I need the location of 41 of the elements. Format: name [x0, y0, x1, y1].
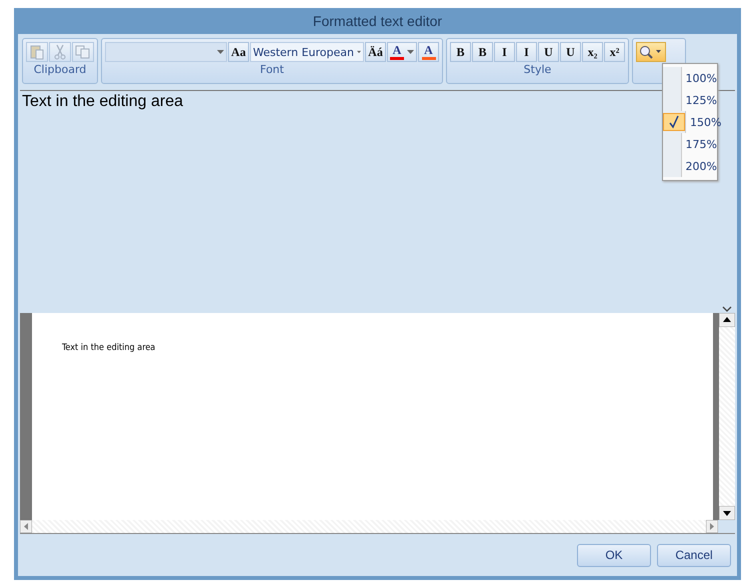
- group-label: Clipboard: [32, 62, 88, 78]
- format-button[interactable]: I: [494, 42, 515, 62]
- zoom-menu-item[interactable]: 200%: [663, 155, 717, 177]
- zoom-menu-item[interactable]: 100%: [663, 67, 717, 89]
- checkmark-icon: [663, 113, 685, 131]
- scroll-up-icon: [719, 313, 735, 327]
- scroll-left-icon: [20, 520, 32, 533]
- copy-icon: [75, 44, 91, 60]
- dropdown-arrow-icon: [217, 50, 224, 54]
- format-button[interactable]: B: [450, 42, 471, 62]
- dialog-button[interactable]: OK: [577, 544, 651, 566]
- vertical-scrollbar[interactable]: [719, 313, 735, 520]
- format-button[interactable]: Äá: [365, 42, 386, 62]
- format-button[interactable]: x²: [604, 42, 625, 62]
- magnifier-icon: [639, 45, 663, 59]
- font-name-dropdown[interactable]: [105, 42, 227, 62]
- window-title: Formatted text editor: [312, 12, 444, 31]
- format-button[interactable]: x₂: [582, 42, 603, 62]
- editor-text[interactable]: Text in the editing area: [22, 93, 183, 110]
- format-button[interactable]: Aa: [228, 42, 249, 62]
- dropdown-arrow-icon: [357, 50, 361, 54]
- format-button[interactable]: U: [538, 42, 559, 62]
- format-button[interactable]: U: [560, 42, 581, 62]
- zoom-menu-item[interactable]: 175%: [663, 133, 717, 155]
- zoom-button[interactable]: [636, 42, 666, 62]
- paste-icon: [29, 44, 45, 60]
- preview-text: Text in the editing area: [62, 343, 156, 353]
- dialog-button[interactable]: Cancel: [657, 544, 731, 566]
- text-color-button[interactable]: A: [387, 42, 417, 62]
- scroll-down-icon: [719, 506, 735, 520]
- text-color-button[interactable]: A: [418, 42, 439, 62]
- charset-dropdown[interactable]: Western European: [250, 42, 364, 62]
- group-label: Font: [259, 62, 285, 78]
- scroll-right-icon: [706, 520, 718, 533]
- group-label: Style: [522, 62, 552, 78]
- scissors-icon: [52, 44, 68, 60]
- format-button[interactable]: B: [472, 42, 493, 62]
- horizontal-scrollbar[interactable]: [20, 520, 735, 534]
- zoom-menu-item[interactable]: 125%: [663, 89, 717, 111]
- format-button[interactable]: I: [516, 42, 537, 62]
- chevron-down-icon: [722, 305, 732, 313]
